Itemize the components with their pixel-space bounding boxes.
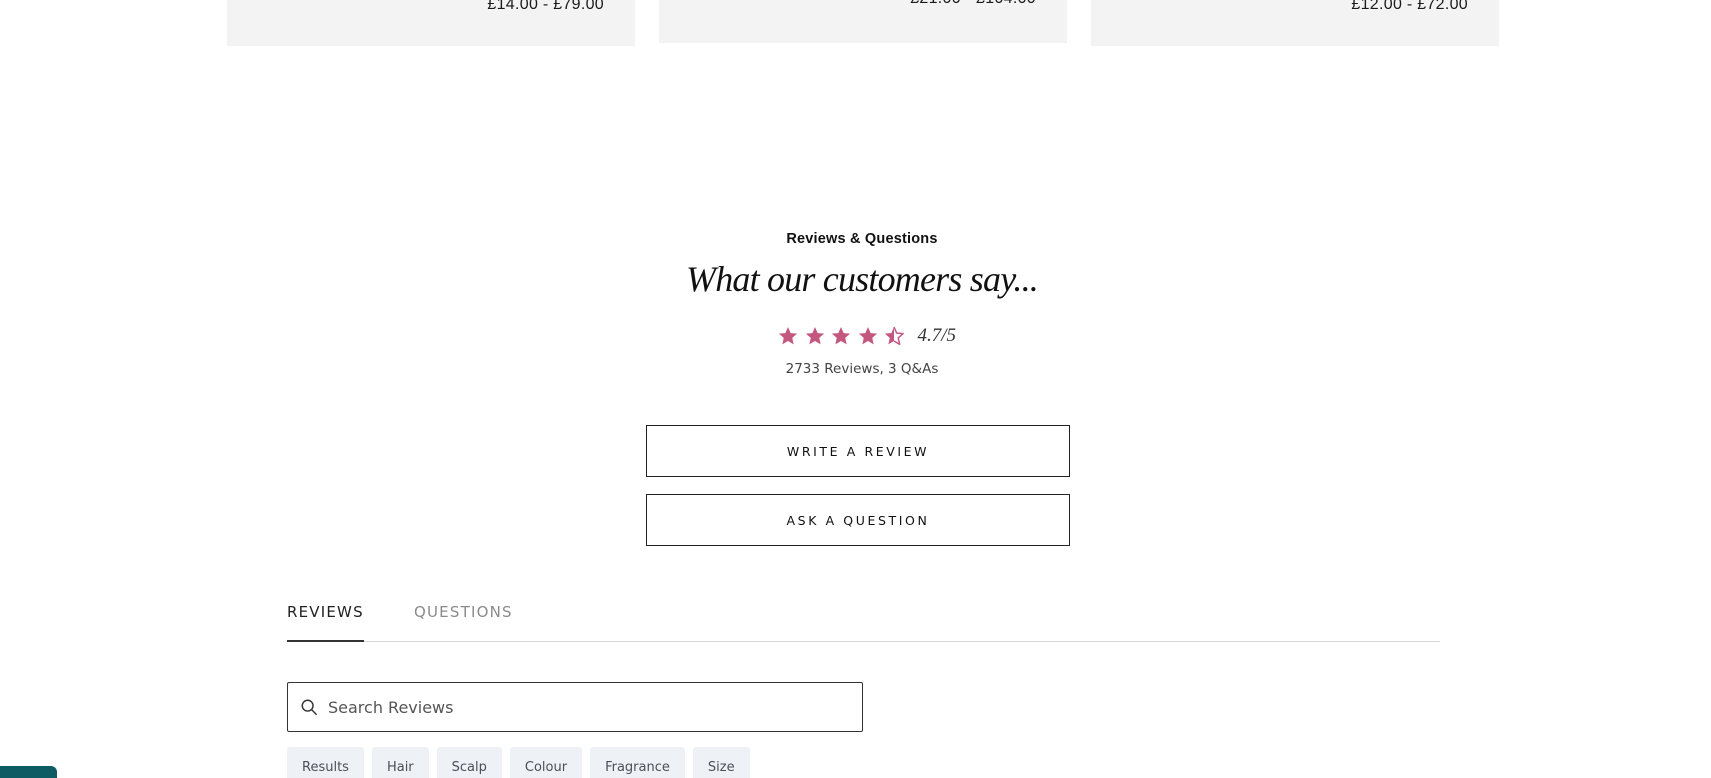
filter-chip-results[interactable]: Results xyxy=(287,747,364,778)
product-price: £14.00 - £79.00 xyxy=(487,0,604,13)
tab-questions[interactable]: QUESTIONS xyxy=(414,603,513,621)
search-reviews-box[interactable] xyxy=(287,682,863,732)
star-full-icon xyxy=(857,325,879,347)
product-price: £12.00 - £72.00 xyxy=(1351,0,1468,13)
active-tab-indicator xyxy=(287,640,364,642)
star-full-icon xyxy=(804,325,826,347)
rating-value: 4.7/5 xyxy=(917,325,957,346)
filter-chips: Results Hair Scalp Colour Fragrance Size xyxy=(287,747,758,778)
filter-chip-hair[interactable]: Hair xyxy=(371,747,429,778)
review-count: 2733 Reviews, 3 Q&As xyxy=(785,361,939,377)
product-price: £21.00 - £104.00 xyxy=(910,0,1036,8)
product-card[interactable]: £21.00 - £104.00 xyxy=(659,0,1067,43)
filter-chip-fragrance[interactable]: Fragrance xyxy=(590,747,685,778)
reviews-kicker: Reviews & Questions xyxy=(786,231,938,247)
star-half-icon xyxy=(883,325,905,347)
star-full-icon xyxy=(830,325,852,347)
product-card[interactable]: £14.00 - £79.00 xyxy=(227,0,635,46)
write-review-button[interactable]: WRITE A REVIEW xyxy=(646,425,1070,477)
reviews-headline: What our customers say... xyxy=(686,259,1039,299)
ask-question-button[interactable]: ASK A QUESTION xyxy=(646,494,1070,546)
tab-reviews[interactable]: REVIEWS xyxy=(287,603,364,621)
filter-chip-size[interactable]: Size xyxy=(692,747,750,778)
star-full-icon xyxy=(777,325,799,347)
filter-chip-scalp[interactable]: Scalp xyxy=(436,747,502,778)
filter-chip-colour[interactable]: Colour xyxy=(509,747,583,778)
product-card[interactable]: £12.00 - £72.00 xyxy=(1091,0,1499,46)
reviews-tabs: REVIEWS QUESTIONS xyxy=(287,598,1440,642)
search-icon xyxy=(300,698,318,716)
page: £14.00 - £79.00 £21.00 - £104.00 £12.00 … xyxy=(0,0,1711,778)
floating-widget-button[interactable] xyxy=(0,766,57,778)
search-input[interactable] xyxy=(328,697,828,717)
rating-summary: 4.7/5 xyxy=(777,323,956,349)
